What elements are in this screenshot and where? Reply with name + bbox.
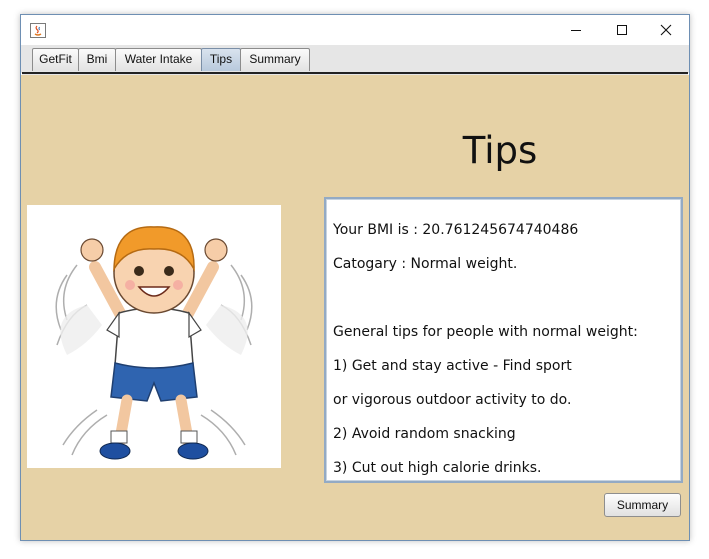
tab-getfit[interactable]: GetFit (32, 48, 79, 71)
java-app-icon (30, 23, 46, 38)
tip-line: or vigorous outdoor activity to do. (333, 392, 572, 408)
category-line: Catogary : Normal weight. (333, 256, 518, 272)
tab-bmi[interactable]: Bmi (78, 48, 116, 71)
tips-heading-line: General tips for people with normal weig… (333, 324, 638, 340)
tips-panel: Tips Your BMI is : 20.761245674740486 Ca… (21, 75, 689, 540)
tip-line: 1) Get and stay active - Find sport (333, 358, 572, 374)
tab-summary[interactable]: Summary (240, 48, 310, 71)
close-icon (660, 24, 672, 36)
tab-strip: GetFit Bmi Water Intake Tips Summary (21, 45, 689, 73)
tip-line: 3) Cut out high calorie drinks. (333, 460, 542, 476)
title-bar[interactable] (21, 15, 689, 45)
page-title: Tips (462, 129, 538, 172)
tab-tips[interactable]: Tips (201, 48, 241, 71)
minimize-button[interactable] (553, 15, 599, 45)
exercising-boy-illustration (27, 205, 281, 468)
maximize-icon (617, 25, 627, 35)
minimize-icon (571, 30, 581, 31)
app-window: GetFit Bmi Water Intake Tips Summary Tip… (20, 14, 690, 541)
tips-text-area[interactable]: Your BMI is : 20.761245674740486 Catogar… (324, 197, 683, 483)
close-button[interactable] (643, 15, 689, 45)
tab-water-intake[interactable]: Water Intake (115, 48, 202, 71)
maximize-button[interactable] (599, 15, 645, 45)
summary-button[interactable]: Summary (604, 493, 681, 517)
tip-line: 2) Avoid random snacking (333, 426, 516, 442)
bmi-value-line: Your BMI is : 20.761245674740486 (333, 222, 579, 238)
